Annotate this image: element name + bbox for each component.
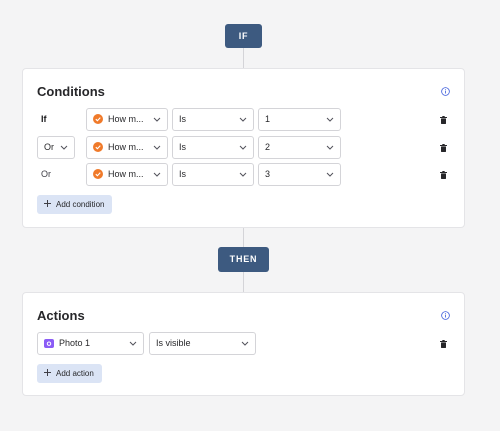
check-circle-icon (93, 168, 103, 179)
info-icon[interactable] (441, 311, 450, 320)
then-block-label: THEN (218, 247, 269, 272)
add-condition-button[interactable]: Add condition (37, 195, 113, 214)
condition-value-text: 1 (265, 114, 271, 124)
condition-connector-label: Or (41, 169, 51, 179)
chevron-down-icon (326, 117, 334, 122)
condition-value-select[interactable]: 2 (258, 136, 341, 159)
actions-title: Actions (37, 308, 85, 323)
chevron-down-icon (326, 145, 334, 150)
condition-value-text: 2 (265, 142, 271, 152)
flow-connector-line (243, 48, 244, 68)
trash-icon[interactable] (440, 116, 447, 124)
trash-icon[interactable] (440, 340, 447, 348)
condition-value-text: 3 (265, 169, 271, 179)
action-type-value: Is visible (156, 338, 191, 348)
conditions-title: Conditions (37, 84, 105, 99)
condition-operator-select[interactable]: Is (172, 108, 254, 131)
conditions-card: Conditions If How m... Is 1 Or How m... … (22, 68, 465, 228)
actions-card: Actions Photo 1 Is visible Add action (22, 292, 465, 396)
action-target-value: Photo 1 (59, 338, 91, 348)
condition-field-value: How m... (108, 169, 144, 179)
condition-field-select[interactable]: How m... (86, 163, 168, 186)
chevron-down-icon (153, 172, 161, 177)
add-action-button[interactable]: Add action (37, 364, 102, 383)
info-icon[interactable] (441, 87, 450, 96)
check-circle-icon (93, 113, 103, 124)
condition-operator-value: Is (179, 169, 187, 179)
condition-field-select[interactable]: How m... (86, 108, 168, 131)
condition-value-select[interactable]: 1 (258, 108, 341, 131)
chevron-down-icon (239, 117, 247, 122)
condition-operator-value: Is (179, 142, 187, 152)
chevron-down-icon (326, 172, 334, 177)
condition-connector-value: Or (44, 142, 54, 152)
chevron-down-icon (153, 117, 161, 122)
condition-connector-label: If (41, 114, 47, 124)
trash-icon[interactable] (440, 144, 447, 152)
condition-field-value: How m... (108, 114, 144, 124)
action-target-select[interactable]: Photo 1 (37, 332, 144, 355)
trash-icon[interactable] (440, 171, 447, 179)
plus-icon (44, 369, 51, 377)
camera-icon (44, 338, 54, 348)
condition-connector-select[interactable]: Or (37, 136, 75, 159)
add-condition-label: Add condition (56, 200, 105, 209)
condition-field-select[interactable]: How m... (86, 136, 168, 159)
chevron-down-icon (60, 145, 68, 150)
flow-connector-line (243, 228, 244, 247)
condition-operator-value: Is (179, 114, 187, 124)
plus-icon (44, 200, 51, 208)
check-circle-icon (93, 141, 103, 152)
condition-field-value: How m... (108, 142, 144, 152)
condition-value-select[interactable]: 3 (258, 163, 341, 186)
chevron-down-icon (239, 145, 247, 150)
condition-operator-select[interactable]: Is (172, 163, 254, 186)
chevron-down-icon (129, 341, 137, 346)
action-type-select[interactable]: Is visible (149, 332, 256, 355)
chevron-down-icon (241, 341, 249, 346)
add-action-label: Add action (56, 369, 94, 378)
flow-connector-line (243, 272, 244, 292)
if-block-label: IF (225, 24, 262, 48)
condition-operator-select[interactable]: Is (172, 136, 254, 159)
logic-builder-canvas: IF Conditions If How m... Is 1 Or How m.… (0, 0, 500, 431)
chevron-down-icon (153, 145, 161, 150)
chevron-down-icon (239, 172, 247, 177)
